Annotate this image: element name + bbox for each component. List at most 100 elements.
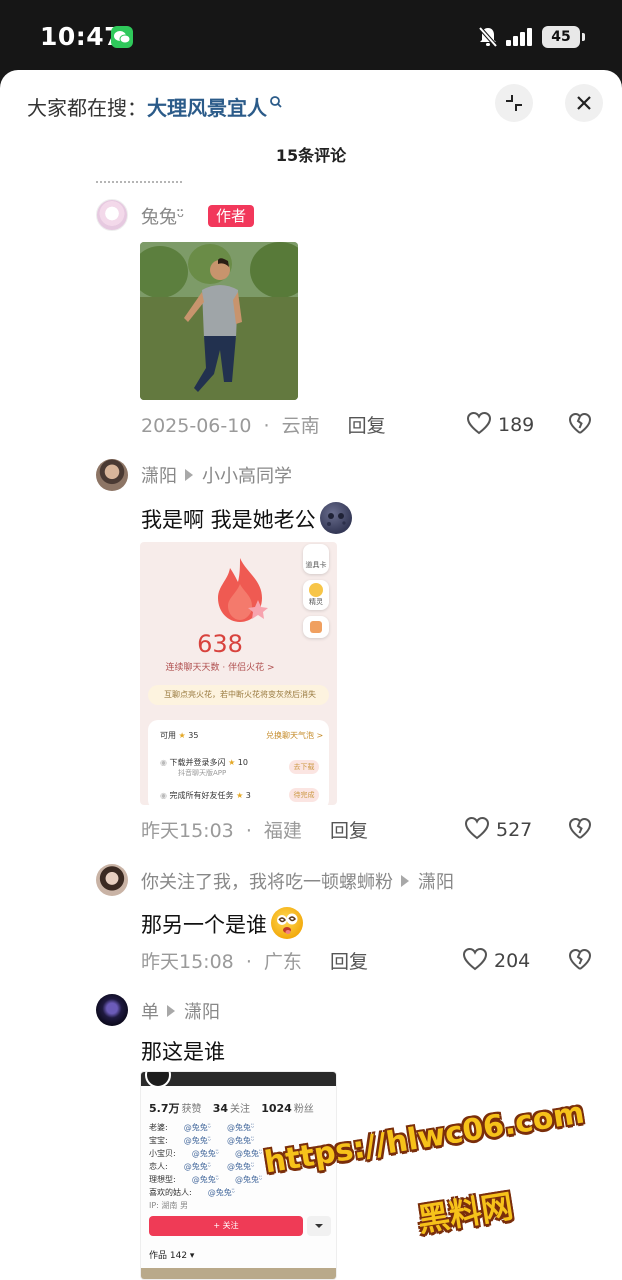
task1-button: 去下载 — [289, 760, 319, 774]
avatar[interactable] — [96, 459, 128, 491]
reply-button[interactable]: 回复 — [330, 820, 368, 842]
comment-image-fire-streak-screenshot[interactable]: 638 连续聊天天数 · 伴侣火花 > 道具卡 精灵 互聊点亮火花，若中断火花将… — [140, 542, 337, 805]
streak-number: 638 — [197, 630, 243, 658]
wechat-icon — [111, 26, 133, 48]
heart-icon — [462, 947, 488, 971]
comment-date: 2025-06-10 — [141, 415, 252, 437]
battery-indicator: 45 — [542, 26, 585, 48]
search-term[interactable]: 大理风景宜人 — [147, 96, 267, 120]
moon-face-emoji-icon — [319, 502, 352, 534]
streak-tip: 互聊点亮火花，若中断火花将变灰然后消失 — [148, 685, 329, 705]
comment-date: 昨天15:08 — [141, 951, 234, 973]
comment-body: 那另一个是谁 — [141, 913, 267, 937]
task1-sub: 抖音聊天版APP — [178, 769, 227, 777]
comment-body: 我是啊 我是她老公 — [141, 508, 316, 532]
author-badge: 作者 — [208, 205, 254, 227]
comment-image-profile-screenshot[interactable]: 5.7万 获赞 34 关注 1024 粉丝 老婆: @兔兔ᵕ̈ @兔兔ᵕ̈ 宝宝: @兔兔ᵕ… — [140, 1071, 337, 1280]
profile-ip: IP: 湖南 男 — [149, 1201, 188, 1210]
profile-bio-row: 理想型: @兔兔ᵕ̈ @兔兔ᵕ̈ — [149, 1175, 263, 1184]
comment-image-man-in-field[interactable] — [140, 242, 298, 400]
comment-count: 15条评论 — [275, 146, 347, 165]
task1-row: ◉ 下载并登录多闪 ★ 10 — [160, 758, 248, 767]
profile-works-preview — [141, 1268, 336, 1279]
like-count: 204 — [494, 950, 531, 972]
avatar[interactable] — [96, 994, 128, 1026]
like-button[interactable]: 189 — [466, 411, 534, 436]
like-button[interactable]: 204 — [462, 947, 530, 972]
watermark-name: 黑料网 — [414, 1186, 516, 1240]
dislike-button[interactable] — [568, 948, 592, 974]
meta-separator: · — [245, 951, 252, 973]
dislike-button[interactable] — [568, 817, 592, 843]
comment-region: 云南 — [281, 415, 320, 437]
meta-separator: · — [245, 820, 252, 842]
profile-stats: 5.7万 获赞 34 关注 1024 粉丝 — [149, 1102, 314, 1115]
avatar[interactable] — [96, 864, 128, 896]
comment-author-name[interactable]: 兔兔ᵕ̈ — [141, 203, 184, 229]
trending-search[interactable]: 大家都在搜：大理风景宜人 — [27, 92, 283, 121]
clipped-text-edge — [96, 178, 182, 186]
search-icon — [269, 92, 283, 116]
comment-body: 那这是谁 — [141, 1040, 225, 1064]
profile-bio-row: 宝宝: @兔兔ᵕ̈ @兔兔ᵕ̈ — [149, 1136, 255, 1145]
fire-icon — [218, 558, 268, 622]
comment-date: 昨天15:03 — [141, 820, 234, 842]
mute-bell-icon — [478, 26, 498, 52]
comment-author-line: 你关注了我，我将吃一顿螺蛳粉 潇阳 — [141, 868, 454, 894]
comment-author-line: 潇阳 小小高同学 — [141, 462, 292, 488]
comment-text: 那另一个是谁 — [141, 907, 303, 939]
heart-icon — [464, 816, 490, 840]
reply-arrow-icon — [185, 469, 193, 481]
available-row: 可用 ★ 35 — [160, 731, 199, 740]
signal-icon — [506, 28, 534, 50]
reply-button[interactable]: 回复 — [330, 951, 368, 973]
comment-meta: 2025-06-10 · 云南 回复 — [141, 411, 386, 438]
comment-text: 我是啊 我是她老公 — [141, 502, 352, 534]
search-prefix: 大家都在搜： — [27, 96, 147, 120]
collapse-button[interactable] — [495, 84, 533, 122]
avatar[interactable] — [96, 199, 128, 231]
reply-to-name[interactable]: 潇阳 — [184, 1002, 220, 1023]
comment-author-name[interactable]: 潇阳 — [141, 466, 177, 487]
like-count: 189 — [498, 414, 535, 436]
status-bar: 10:47 45 — [0, 0, 622, 70]
broken-heart-icon — [568, 948, 592, 970]
profile-bio-row: 喜欢的姑人: @兔兔ᵕ̈ — [149, 1188, 236, 1197]
task2-row: ◉ 完成所有好友任务 ★ 3 — [160, 791, 251, 800]
task2-button: 待完成 — [289, 788, 319, 802]
dizzy-face-emoji-icon — [271, 907, 303, 939]
comment-author-name[interactable]: 你关注了我，我将吃一顿螺蛳粉 — [141, 872, 393, 893]
broken-heart-icon — [568, 412, 592, 434]
sprite-label: 精灵 — [303, 580, 329, 610]
profile-bio-row: 老婆: @兔兔ᵕ̈ @兔兔ᵕ̈ — [149, 1123, 255, 1132]
close-button[interactable] — [565, 84, 603, 122]
close-icon — [577, 96, 591, 110]
comment-sheet: 大家都在搜：大理风景宜人 15条评论 兔兔ᵕ̈ 作者 2025-06-10 · … — [0, 70, 622, 1280]
meta-separator: · — [263, 415, 270, 437]
profile-bio-row: 恋人: @兔兔ᵕ̈ @兔兔ᵕ̈ — [149, 1162, 255, 1171]
heart-icon — [466, 411, 492, 435]
collapse-icon — [506, 95, 522, 111]
profile-bio-row: 小宝贝: @兔兔ᵕ̈ @兔兔ᵕ̈ — [149, 1149, 263, 1158]
dislike-button[interactable] — [568, 412, 592, 438]
reply-arrow-icon — [167, 1005, 175, 1017]
calendar-icon — [303, 616, 329, 638]
profile-works-tab: 作品 142 ▾ — [149, 1251, 195, 1261]
reply-to-name[interactable]: 潇阳 — [418, 872, 454, 893]
comment-meta: 昨天15:03 · 福建 回复 — [141, 816, 368, 843]
prop-card-label: 道具卡 — [303, 544, 329, 574]
comment-region: 福建 — [263, 820, 302, 842]
comment-meta: 昨天15:08 · 广东 回复 — [141, 947, 368, 974]
profile-more-icon — [307, 1216, 331, 1236]
like-button[interactable]: 527 — [464, 816, 532, 841]
reply-arrow-icon — [401, 875, 409, 887]
task-card: 可用 ★ 35 兑换聊天气泡 > ◉ 下载并登录多闪 ★ 10 抖音聊天版APP… — [148, 720, 329, 805]
comment-author-line: 单 潇阳 — [141, 998, 220, 1024]
broken-heart-icon — [568, 817, 592, 839]
comment-region: 广东 — [263, 951, 302, 973]
comment-author-name[interactable]: 单 — [141, 1002, 159, 1023]
status-time: 10:47 — [40, 22, 123, 51]
exchange-link: 兑换聊天气泡 > — [266, 731, 324, 740]
reply-to-name[interactable]: 小小高同学 — [202, 466, 292, 487]
reply-button[interactable]: 回复 — [348, 415, 386, 437]
